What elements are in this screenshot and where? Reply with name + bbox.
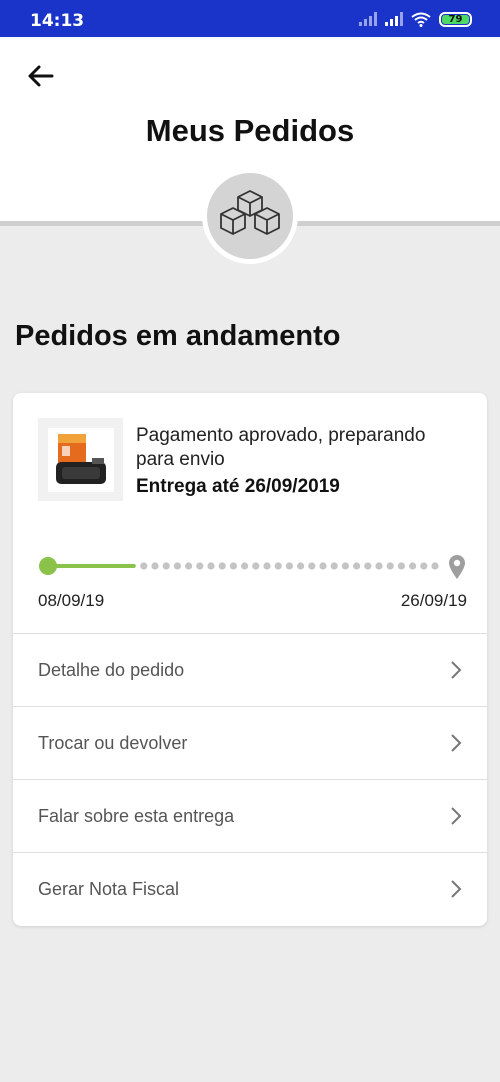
- progress-dot: [241, 562, 249, 570]
- progress-dot: [229, 562, 237, 570]
- menu-item-invoice[interactable]: Gerar Nota Fiscal: [13, 852, 487, 925]
- product-image: [47, 427, 114, 492]
- progress-dot: [375, 562, 383, 570]
- progress-dot: [341, 562, 349, 570]
- delivery-progress: [39, 555, 465, 579]
- wifi-icon: [411, 12, 431, 27]
- progress-dot: [263, 562, 271, 570]
- progress-dot: [409, 562, 417, 570]
- chevron-right-icon: [451, 734, 462, 752]
- start-date: 08/09/19: [38, 591, 105, 610]
- progress-dot: [330, 562, 338, 570]
- menu-item-label: Gerar Nota Fiscal: [38, 878, 180, 899]
- progress-dot: [173, 562, 181, 570]
- end-date: 26/09/19: [400, 591, 467, 610]
- progress-dot: [196, 562, 204, 570]
- page-title: Meus Pedidos: [145, 113, 355, 148]
- battery-level: 79: [448, 13, 463, 25]
- boxes-icon-badge: [202, 168, 298, 264]
- chevron-right-icon: [451, 661, 462, 679]
- status-bar: 14:13 79: [0, 0, 500, 37]
- product-thumbnail[interactable]: [38, 418, 123, 501]
- menu-item-label: Detalhe do pedido: [38, 659, 185, 680]
- status-time: 14:13: [30, 11, 85, 31]
- progress-dot: [308, 562, 316, 570]
- menu-item-label: Falar sobre esta entrega: [38, 805, 235, 826]
- progress-dot: [151, 562, 159, 570]
- signal-icon: [359, 12, 377, 26]
- delivery-date: Entrega até 26/09/2019: [136, 476, 340, 497]
- progress-dot: [218, 562, 226, 570]
- progress-dot: [431, 562, 439, 570]
- progress-dot: [274, 562, 282, 570]
- order-menu: Detalhe do pedido Trocar ou devolver Fal…: [13, 633, 487, 925]
- chevron-right-icon: [451, 880, 462, 898]
- section-title: Pedidos em andamento: [15, 320, 341, 352]
- order-status: Pagamento aprovado, preparando para envi…: [136, 425, 426, 470]
- progress-dot: [319, 562, 327, 570]
- menu-item-talk-delivery[interactable]: Falar sobre esta entrega: [13, 779, 487, 852]
- progress-dot: [207, 562, 215, 570]
- progress-dot: [353, 562, 361, 570]
- progress-dot: [420, 562, 428, 570]
- progress-dot: [252, 562, 260, 570]
- chevron-right-icon: [451, 807, 462, 825]
- order-card: Pagamento aprovado, preparando para envi…: [13, 393, 487, 926]
- progress-dot: [397, 562, 405, 570]
- menu-item-exchange-return[interactable]: Trocar ou devolver: [13, 706, 487, 779]
- progress-dot: [364, 562, 372, 570]
- boxes-icon: [220, 190, 280, 235]
- progress-dots: [140, 562, 439, 570]
- progress-dot: [162, 562, 170, 570]
- menu-item-order-detail[interactable]: Detalhe do pedido: [13, 633, 487, 706]
- progress-dot: [285, 562, 293, 570]
- progress-dot: [297, 562, 305, 570]
- progress-dot: [185, 562, 193, 570]
- location-pin-icon: [449, 555, 465, 579]
- battery-icon: 79: [439, 11, 472, 27]
- signal-icon: [385, 12, 403, 26]
- progress-start-dot: [39, 557, 57, 575]
- arrow-left-icon: [28, 65, 54, 87]
- progress-dot: [386, 562, 394, 570]
- back-button[interactable]: [20, 59, 60, 93]
- status-icons: 79: [359, 10, 472, 28]
- menu-item-label: Trocar ou devolver: [38, 732, 188, 753]
- progress-dot: [140, 562, 148, 570]
